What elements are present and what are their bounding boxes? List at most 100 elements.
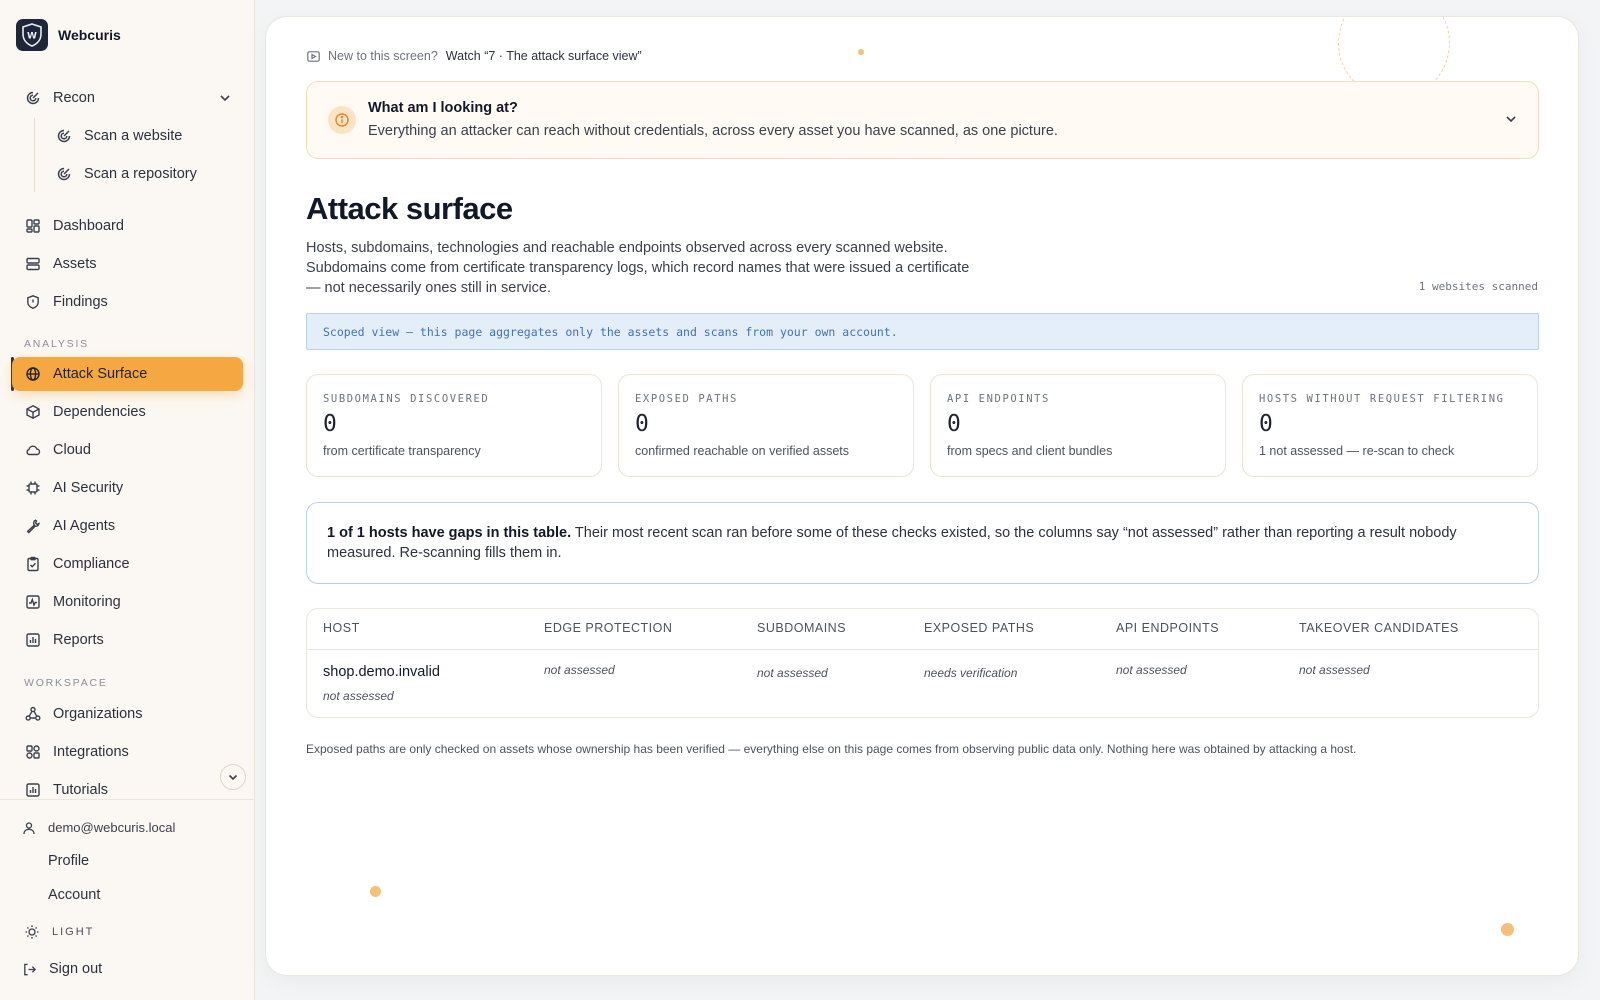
sidebar-item-compliance[interactable]: Compliance — [12, 547, 243, 581]
footnote: Exposed paths are only checked on assets… — [306, 742, 1357, 756]
sidebar-item-label: Findings — [53, 294, 108, 310]
page-title: Attack surface — [306, 191, 513, 226]
sidebar-item-recon[interactable]: Recon — [12, 81, 243, 115]
sidebar-item-label: Reports — [53, 632, 104, 648]
sign-out-icon — [24, 963, 37, 975]
sidebar-item-attack-surface[interactable]: Attack Surface — [12, 357, 243, 391]
user-email-row: demo@webcuris.local — [22, 820, 175, 835]
cell-takeover-candidates: not assessed — [1299, 663, 1370, 677]
sidebar-item-findings[interactable]: Findings — [12, 285, 243, 319]
section-label-analysis: ANALYSIS — [24, 338, 89, 350]
sidebar-item-label: Attack Surface — [53, 366, 148, 382]
explainer-panel[interactable]: What am I looking at? Everything an atta… — [306, 81, 1539, 159]
sidebar-item-label: Recon — [53, 90, 95, 106]
tutorial-watch-link[interactable]: Watch “7 · The attack surface view” — [446, 49, 642, 63]
gap-notice: 1 of 1 hosts have gaps in this table. Th… — [306, 502, 1539, 584]
sidebar-item-monitoring[interactable]: Monitoring — [12, 585, 243, 619]
sidebar-item-label: Integrations — [53, 744, 129, 760]
bar-chart-icon — [26, 783, 40, 797]
theme-toggle[interactable]: LIGHT — [24, 924, 94, 940]
stat-label: SUBDOMAINS DISCOVERED — [323, 393, 490, 405]
page-description: Hosts, subdomains, technologies and reac… — [306, 240, 970, 296]
stat-card-exposed-paths: EXPOSED PATHS 0 confirmed reachable on v… — [618, 374, 914, 477]
svg-text:W: W — [27, 32, 37, 42]
sidebar-item-label: Dependencies — [53, 404, 146, 420]
section-label-workspace: WORKSPACE — [24, 677, 108, 689]
host-note: not assessed — [323, 689, 394, 703]
package-icon — [26, 405, 40, 419]
sign-out-label: Sign out — [49, 961, 103, 977]
network-icon — [25, 706, 41, 721]
radar-icon — [57, 129, 71, 143]
sidebar-item-cloud[interactable]: Cloud — [12, 433, 243, 467]
explainer-title: What am I looking at? — [368, 100, 518, 116]
user-email: demo@webcuris.local — [48, 820, 176, 835]
stat-subtext: 1 not assessed — re-scan to check — [1259, 444, 1455, 458]
explainer-text: Everything an attacker can reach without… — [368, 123, 1058, 139]
decorative-dot — [370, 886, 381, 897]
brand-name: Webcuris — [58, 27, 121, 43]
host-table: HOST EDGE PROTECTION SUBDOMAINS EXPOSED … — [306, 608, 1539, 718]
column-header-api-endpoints[interactable]: API ENDPOINTS — [1116, 621, 1219, 635]
globe-icon — [26, 367, 40, 381]
sidebar-item-assets[interactable]: Assets — [12, 247, 243, 281]
sidebar-item-reports[interactable]: Reports — [12, 623, 243, 657]
sidebar-item-label: AI Security — [53, 480, 124, 496]
column-header-subdomains[interactable]: SUBDOMAINS — [757, 621, 846, 635]
stat-value: 0 — [323, 411, 337, 437]
scroll-down-button[interactable] — [220, 764, 246, 790]
sidebar-item-label: AI Agents — [53, 518, 116, 534]
info-icon — [328, 106, 356, 134]
sign-out-button[interactable]: Sign out — [22, 961, 102, 977]
sidebar-item-label: Tutorials — [53, 782, 109, 798]
host-name[interactable]: shop.demo.invalid — [323, 664, 440, 680]
column-header-takeover-candidates[interactable]: TAKEOVER CANDIDATES — [1299, 621, 1459, 635]
sidebar-item-integrations[interactable]: Integrations — [12, 735, 243, 769]
tutorial-hint: New to this screen? Watch “7 · The attac… — [307, 49, 642, 63]
sidebar-item-organizations[interactable]: Organizations — [12, 697, 243, 731]
table-header-divider — [307, 649, 1538, 650]
cloud-icon — [26, 445, 41, 456]
column-header-exposed-paths[interactable]: EXPOSED PATHS — [924, 621, 1034, 635]
profile-link[interactable]: Profile — [48, 853, 89, 869]
sun-icon — [25, 925, 39, 939]
cell-subdomains: not assessed — [757, 666, 828, 680]
sidebar-item-dependencies[interactable]: Dependencies — [12, 395, 243, 429]
sidebar: W Webcuris Recon Scan a website Scan a r… — [0, 0, 255, 1000]
server-icon — [26, 257, 40, 271]
sidebar-item-label: Scan a repository — [84, 166, 197, 182]
activity-icon — [26, 595, 40, 609]
stat-card-api-endpoints: API ENDPOINTS 0 from specs and client bu… — [930, 374, 1226, 477]
stat-label: HOSTS WITHOUT REQUEST FILTERING — [1259, 393, 1505, 405]
decorative-dot — [858, 49, 864, 55]
submenu-divider — [34, 118, 35, 192]
column-header-host[interactable]: HOST — [323, 621, 360, 635]
puzzle-icon — [26, 745, 40, 759]
brand[interactable]: W Webcuris — [16, 19, 121, 51]
user-icon — [23, 821, 35, 834]
sidebar-item-label: Cloud — [53, 442, 91, 458]
stat-subtext: from specs and client bundles — [947, 444, 1113, 458]
chevron-down-icon — [228, 774, 238, 781]
main-panel: New to this screen? Watch “7 · The attac… — [265, 16, 1579, 976]
column-header-edge-protection[interactable]: EDGE PROTECTION — [544, 621, 672, 635]
cell-api-endpoints: not assessed — [1116, 663, 1187, 677]
account-link[interactable]: Account — [48, 887, 100, 903]
sidebar-item-label: Compliance — [53, 556, 130, 572]
sidebar-item-ai-security[interactable]: AI Security — [12, 471, 243, 505]
stat-value: 0 — [1259, 411, 1273, 437]
chevron-down-icon[interactable] — [218, 91, 232, 105]
stat-label: EXPOSED PATHS — [635, 393, 738, 405]
sidebar-item-label: Scan a website — [84, 128, 183, 144]
scope-banner: Scoped view — this page aggregates only … — [306, 313, 1539, 350]
sidebar-item-ai-agents[interactable]: AI Agents — [12, 509, 243, 543]
sidebar-item-scan-website[interactable]: Scan a website — [44, 119, 234, 153]
sidebar-item-scan-repository[interactable]: Scan a repository — [44, 157, 234, 191]
sidebar-item-dashboard[interactable]: Dashboard — [12, 209, 243, 243]
sidebar-item-label: Monitoring — [53, 594, 121, 610]
chevron-down-icon[interactable] — [1504, 112, 1518, 126]
brand-logo-icon: W — [16, 19, 48, 51]
radar-icon — [26, 91, 40, 105]
sidebar-item-label: Organizations — [53, 706, 143, 722]
dashboard-icon — [26, 219, 40, 233]
